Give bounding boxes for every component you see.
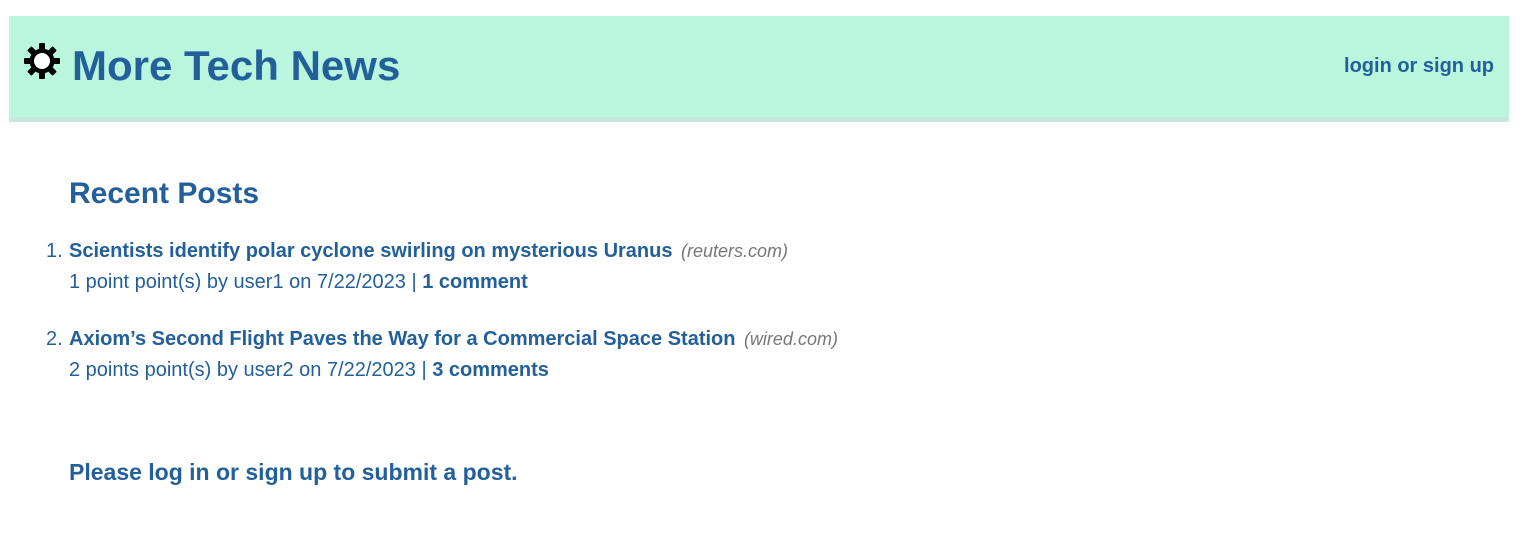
- section-title: Recent Posts: [69, 177, 260, 210]
- post-domain: (wired.com): [743, 329, 838, 349]
- post-meta: 2 points point(s) by user2 on 7/22/2023 …: [69, 358, 549, 382]
- post-title-link[interactable]: Axiom’s Second Flight Paves the Way for …: [69, 328, 735, 350]
- site-title-link[interactable]: More Tech News: [72, 40, 400, 92]
- post-number: 2.: [46, 328, 63, 350]
- post-meta-text: 1 point point(s) by user1 on 7/22/2023 |: [69, 271, 417, 293]
- gear-icon: [24, 43, 60, 79]
- post-comments-link[interactable]: 1 comment: [422, 271, 528, 293]
- post-meta-text: 2 points point(s) by user2 on 7/22/2023 …: [69, 359, 427, 381]
- login-signup-link[interactable]: login or sign up: [1344, 54, 1494, 78]
- post-title-line: Scientists identify polar cyclone swirli…: [69, 239, 788, 265]
- site-header: More Tech News login or sign up: [9, 16, 1509, 122]
- post-title-link[interactable]: Scientists identify polar cyclone swirli…: [69, 240, 673, 262]
- page: More Tech News login or sign up Recent P…: [0, 0, 1523, 552]
- post-meta: 1 point point(s) by user1 on 7/22/2023 |…: [69, 270, 528, 294]
- post-title-line: Axiom’s Second Flight Paves the Way for …: [69, 327, 838, 353]
- login-notice: Please log in or sign up to submit a pos…: [69, 459, 518, 485]
- post-number: 1.: [46, 240, 63, 262]
- post-domain: (reuters.com): [680, 241, 788, 261]
- post-comments-link[interactable]: 3 comments: [432, 359, 549, 381]
